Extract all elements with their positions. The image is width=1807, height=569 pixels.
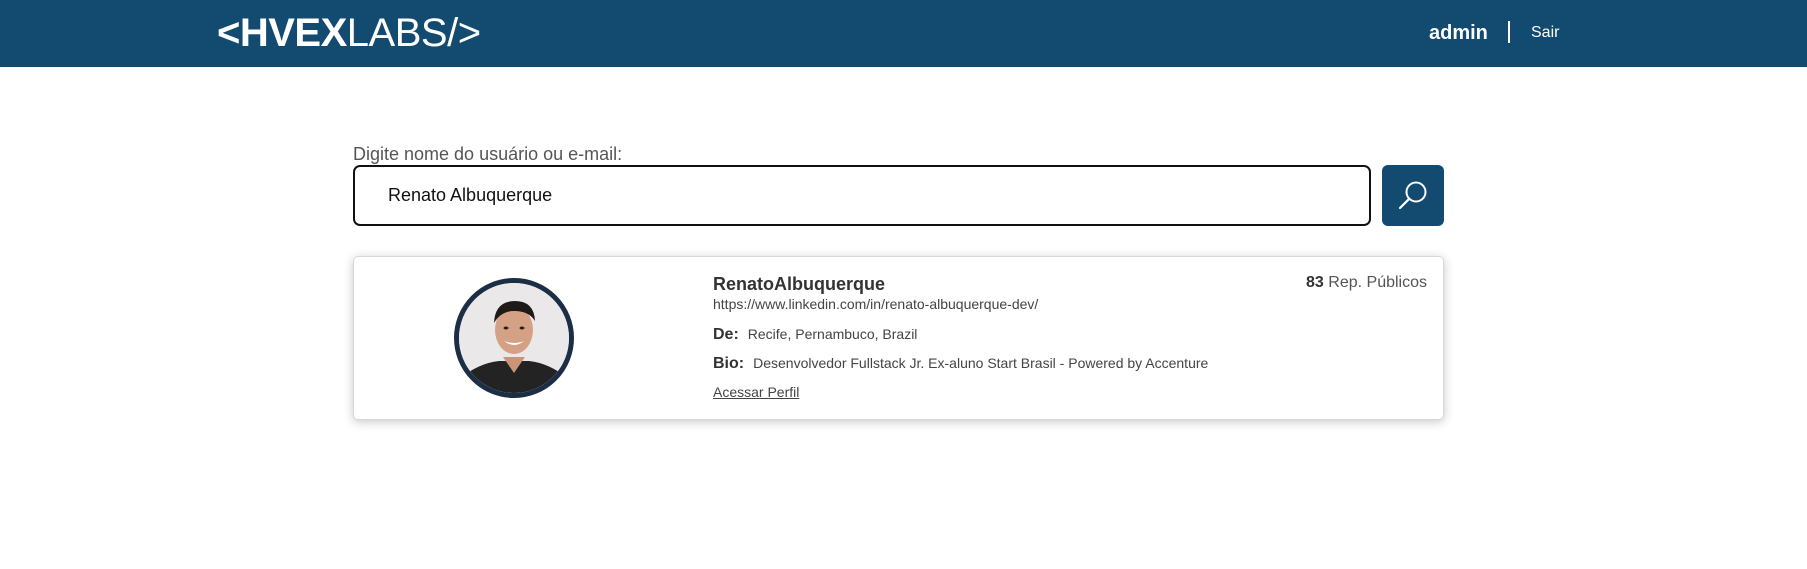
access-profile-link[interactable]: Acessar Perfil [713,383,799,401]
top-navbar: <HVEXLABS/> admin Sair [0,0,1807,67]
user-url: https://www.linkedin.com/in/renato-albuq… [713,296,1039,312]
repos-count: 83 [1306,274,1324,291]
location-row: De: Recife, Pernambuco, Brazil [713,325,917,344]
public-repos: 83 Rep. Públicos [1306,273,1427,293]
user-result-card: RenatoAlbuquerque 83 Rep. Públicos https… [353,256,1444,420]
location-value: Recife, Pernambuco, Brazil [747,326,918,342]
bio-row: Bio: Desenvolvedor Fullstack Jr. Ex-aluno… [713,354,1208,373]
logo-light-text: LABS/> [346,11,481,55]
search-input[interactable] [353,165,1371,226]
bio-value: Desenvolvedor Fullstack Jr. Ex-aluno Sta… [753,355,1209,371]
logo: <HVEXLABS/> [217,10,481,56]
logo-bold-text: <HVEX [217,11,347,55]
search-button[interactable] [1382,165,1444,226]
logout-link[interactable]: Sair [1531,23,1559,43]
user-name: RenatoAlbuquerque [713,274,886,294]
search-label: Digite nome do usuário ou e-mail: [353,144,623,164]
header-divider [1508,21,1510,43]
username-label: admin [1429,22,1488,44]
search-icon [1398,181,1427,209]
repos-label: Rep. Públicos [1328,274,1427,291]
user-avatar [454,278,574,398]
location-label: De: [713,326,739,343]
bio-label: Bio: [713,355,745,372]
